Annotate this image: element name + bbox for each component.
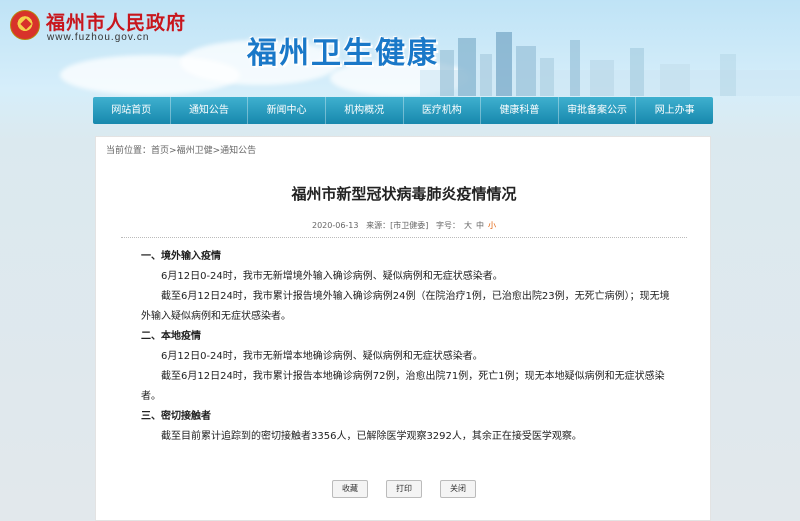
font-size-large-link[interactable]: 大	[464, 221, 472, 230]
nav-item-medical-institutions[interactable]: 医疗机构	[404, 97, 482, 124]
content-panel: 当前位置：首页>福州卫健>通知公告 福州市新型冠状病毒肺炎疫情情况 2020-0…	[95, 136, 711, 521]
nav-item-approval-publicity[interactable]: 审批备案公示	[559, 97, 637, 124]
gov-url[interactable]: www.fuzhou.gov.cn	[47, 32, 149, 43]
source-label: 来源：	[366, 221, 391, 230]
paragraph: 6月12日0-24时，我市无新增本地确诊病例、疑似病例和无症状感染者。	[161, 351, 483, 362]
print-button[interactable]: 打印	[386, 480, 422, 498]
breadcrumb-prefix: 当前位置：	[106, 146, 152, 156]
main-nav: 网站首页 通知公告 新闻中心 机构概况 医疗机构 健康科普 审批备案公示 网上办…	[93, 97, 713, 124]
gov-name-logo[interactable]: 福州市人民政府	[46, 8, 186, 35]
breadcrumb-link-health[interactable]: 福州卫健	[177, 146, 213, 156]
section-heading: 三、密切接触者	[141, 411, 211, 422]
section-heading: 二、本地疫情	[141, 331, 201, 342]
breadcrumb-link-home[interactable]: 首页	[151, 146, 169, 156]
close-button[interactable]: 关闭	[440, 480, 476, 498]
nav-item-news[interactable]: 新闻中心	[248, 97, 326, 124]
paragraph: 截至6月12日24时，我市累计报告本地确诊病例72例，治愈出院71例，死亡1例；…	[141, 371, 665, 402]
nav-item-notices[interactable]: 通知公告	[171, 97, 249, 124]
nav-item-organization[interactable]: 机构概况	[326, 97, 404, 124]
nav-item-home[interactable]: 网站首页	[93, 97, 171, 124]
national-emblem-icon	[10, 10, 40, 40]
paragraph: 截至6月12日24时，我市累计报告境外输入确诊病例24例（在院治疗1例，已治愈出…	[141, 291, 670, 322]
font-size-small-link[interactable]: 小	[488, 221, 496, 230]
article-date: 2020-06-13	[311, 221, 359, 230]
article-body: 一、境外输入疫情 6月12日0-24时，我市无新增境外输入确诊病例、疑似病例和无…	[141, 247, 671, 447]
action-buttons: 收藏 打印 关闭	[96, 480, 712, 498]
article-meta: 2020-06-13 来源：[市卫健委] 字号：大中小	[96, 220, 712, 231]
font-size-label: 字号：	[436, 221, 461, 230]
article-source: [市卫健委]	[390, 221, 429, 230]
breadcrumb-link-notices[interactable]: 通知公告	[220, 146, 256, 156]
breadcrumb: 当前位置：首页>福州卫健>通知公告	[106, 143, 256, 156]
breadcrumb-separator: >	[169, 146, 177, 156]
divider	[121, 237, 687, 238]
nav-item-online-services[interactable]: 网上办事	[636, 97, 713, 124]
favorite-button[interactable]: 收藏	[332, 480, 368, 498]
paragraph: 截至目前累计追踪到的密切接触者3356人，已解除医学观察3292人，其余正在接受…	[161, 431, 582, 442]
nav-item-health-science[interactable]: 健康科普	[481, 97, 559, 124]
site-header: 福州市人民政府 www.fuzhou.gov.cn 福州卫生健康	[0, 0, 800, 96]
section-heading: 一、境外输入疫情	[141, 251, 221, 262]
site-title-logo[interactable]: 福州卫生健康	[247, 28, 439, 72]
paragraph: 6月12日0-24时，我市无新增境外输入确诊病例、疑似病例和无症状感染者。	[161, 271, 503, 282]
breadcrumb-separator: >	[212, 146, 221, 156]
font-size-medium-link[interactable]: 中	[476, 221, 484, 230]
article-title: 福州市新型冠状病毒肺炎疫情情况	[291, 185, 517, 203]
city-skyline-image	[420, 32, 800, 96]
